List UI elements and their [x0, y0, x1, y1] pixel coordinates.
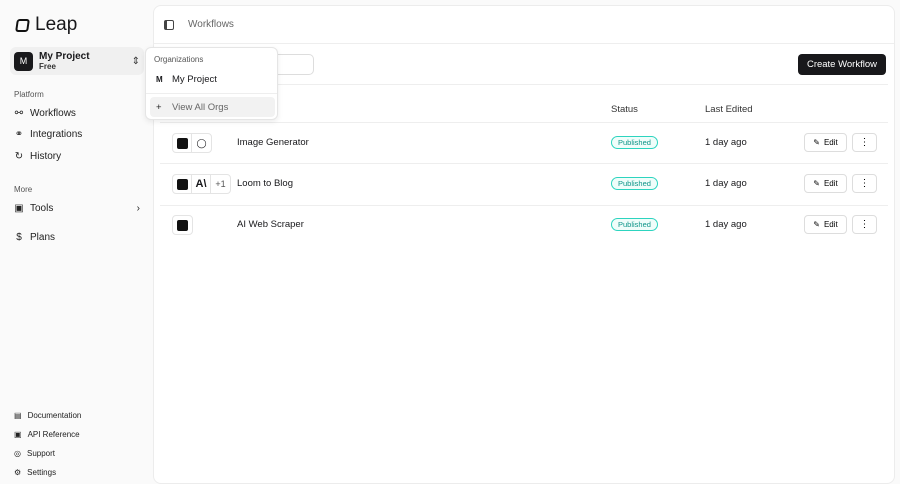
pencil-icon: ✎: [813, 220, 820, 229]
chevrons-up-down-icon: ⇕: [131, 55, 140, 67]
footer-documentation[interactable]: ▤ Documentation: [14, 411, 81, 420]
label: API Reference: [27, 430, 80, 439]
edit-button[interactable]: ✎ Edit: [804, 133, 847, 152]
dropdown-header: Organizations: [154, 55, 204, 64]
org-avatar: M: [156, 74, 163, 84]
openai-icon: ◯: [196, 137, 207, 148]
brand-name: Leap: [35, 14, 78, 35]
support-icon: ◎: [14, 449, 21, 458]
gear-icon: ⚙: [14, 468, 22, 477]
workflow-name[interactable]: Loom to Blog: [237, 178, 293, 189]
table-row[interactable]: A\ +1 Loom to Blog Published 1 day ago ✎ E…: [160, 164, 888, 206]
leap-logo-icon: [15, 18, 30, 32]
header-last-edited: Last Edited: [705, 104, 753, 115]
edit-button[interactable]: ✎ Edit: [804, 174, 847, 193]
header-status: Status: [611, 104, 638, 115]
sidebar-item-history[interactable]: ↻ History: [14, 151, 140, 162]
table-row[interactable]: AI Web Scraper Published 1 day ago ✎ Edit…: [160, 205, 888, 246]
project-switcher[interactable]: M My Project Free ⇕: [10, 47, 144, 75]
plus-icon: +: [156, 101, 162, 113]
topbar: Workflows: [154, 6, 894, 44]
book-icon: ▤: [14, 411, 22, 420]
label: Tools: [30, 203, 54, 214]
footer-support[interactable]: ◎ Support: [14, 449, 55, 458]
integration-icons: [172, 215, 193, 235]
status-badge: Published: [611, 136, 658, 149]
organization-dropdown: Organizations M My Project + View All Orgs: [145, 47, 278, 120]
last-edited: 1 day ago: [705, 137, 747, 148]
project-plan: Free: [39, 62, 56, 71]
edit-button[interactable]: ✎ Edit: [804, 215, 847, 234]
breadcrumb: Workflows: [188, 19, 234, 30]
tools-icon: ▣: [14, 203, 24, 214]
view-all-orgs-item[interactable]: + View All Orgs: [150, 97, 275, 117]
integration-icons: A\ +1: [172, 174, 231, 194]
more-integrations-count: +1: [215, 179, 226, 189]
label: Edit: [823, 220, 838, 229]
label: Integrations: [30, 129, 83, 140]
sidebar-item-workflows[interactable]: ⚯ Workflows: [14, 108, 140, 119]
status-badge: Published: [611, 177, 658, 190]
footer-api-reference[interactable]: ▣ API Reference: [14, 430, 80, 439]
history-icon: ↻: [14, 151, 24, 162]
workflow-name[interactable]: Image Generator: [237, 137, 309, 148]
leap-icon: [173, 134, 192, 152]
label: My Project: [172, 73, 217, 85]
footer-settings[interactable]: ⚙ Settings: [14, 468, 56, 477]
label: Settings: [27, 468, 57, 477]
more-options-button[interactable]: ⋮: [852, 133, 877, 152]
sidebar-item-tools[interactable]: ▣ Tools ›: [14, 203, 140, 214]
label: Edit: [823, 138, 838, 147]
workflow-icon: ⚯: [14, 108, 24, 119]
label: History: [30, 151, 62, 162]
table-row[interactable]: ◯ Image Generator Published 1 day ago ✎ E…: [160, 123, 888, 164]
section-more: More: [14, 185, 33, 194]
more-options-button[interactable]: ⋮: [852, 215, 877, 234]
logo[interactable]: Leap: [15, 14, 78, 36]
anthropic-icon: A\: [192, 175, 211, 193]
last-edited: 1 day ago: [705, 178, 747, 189]
label: Documentation: [27, 411, 82, 420]
pencil-icon: ✎: [813, 179, 820, 188]
create-workflow-button[interactable]: Create Workflow: [797, 54, 886, 75]
code-icon: ▣: [14, 430, 22, 439]
leap-icon: [173, 216, 192, 234]
sidebar-toggle-icon[interactable]: [164, 19, 174, 30]
chevron-right-icon: ›: [136, 203, 140, 214]
label: Plans: [30, 232, 56, 243]
leap-icon: [173, 175, 192, 193]
dollar-icon: $: [16, 232, 22, 243]
last-edited: 1 day ago: [705, 219, 747, 230]
label: View All Orgs: [172, 101, 229, 113]
sidebar-item-integrations[interactable]: ⚭ Integrations: [14, 129, 140, 140]
label: Edit: [823, 179, 838, 188]
status-badge: Published: [611, 218, 658, 231]
label: Support: [26, 449, 56, 458]
integration-icons: ◯: [172, 133, 212, 153]
more-options-button[interactable]: ⋮: [852, 174, 877, 193]
section-platform: Platform: [14, 90, 44, 99]
pencil-icon: ✎: [813, 138, 820, 147]
project-avatar: M: [14, 51, 33, 71]
integrations-icon: ⚭: [14, 129, 24, 140]
sidebar-item-plans[interactable]: $ Plans: [14, 232, 140, 243]
sidebar: Leap M My Project Free ⇕ Platform ⚯ Workfl…: [0, 0, 152, 484]
project-name: My Project: [39, 51, 90, 62]
label: Workflows: [30, 108, 76, 119]
workflow-name[interactable]: AI Web Scraper: [237, 219, 304, 230]
org-item-my-project[interactable]: M My Project: [150, 69, 275, 89]
